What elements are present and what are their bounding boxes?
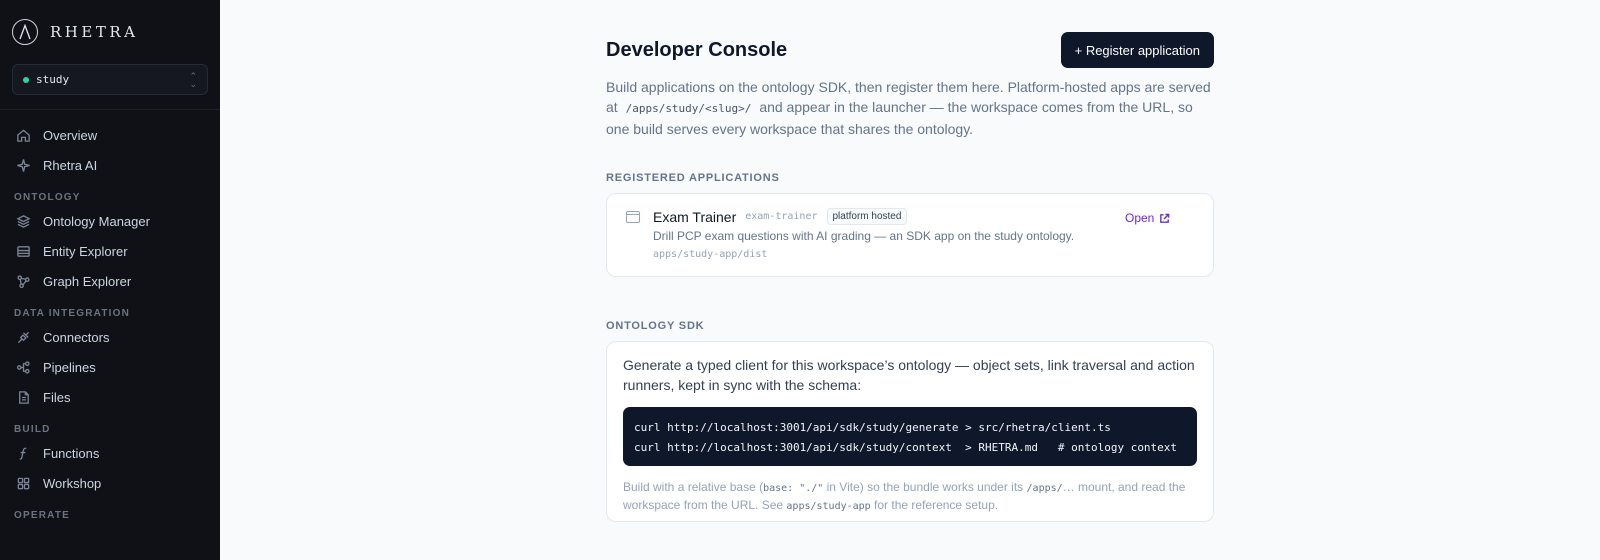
- sdk-build-note: Build with a relative base (base: "./" i…: [623, 479, 1197, 515]
- registered-applications-label: REGISTERED APPLICATIONS: [606, 172, 780, 184]
- sidebar-item-graph-explorer[interactable]: Graph Explorer: [0, 266, 220, 296]
- app-name: Exam Trainer: [653, 208, 737, 225]
- intro-apps-path: /apps/study/<slug>/: [625, 102, 752, 115]
- nav-section-data-integration: DATA INTEGRATION: [14, 308, 131, 319]
- workspace-name: study: [36, 73, 70, 86]
- sidebar-item-label: Functions: [43, 445, 100, 461]
- table-icon: [17, 245, 30, 257]
- ontology-sdk-label: ONTOLOGY SDK: [606, 320, 705, 332]
- open-app-link[interactable]: Open: [1125, 211, 1170, 225]
- sdk-card: Generate a typed client for this workspa…: [606, 341, 1214, 522]
- workspace-status-dot: [23, 76, 29, 83]
- app-window-icon: [626, 211, 640, 223]
- app-header: Exam Trainer exam-trainer platform hoste…: [653, 208, 908, 225]
- sidebar-item-workshop[interactable]: Workshop: [0, 468, 220, 498]
- sidebar-item-rhetra-ai[interactable]: Rhetra AI: [0, 150, 220, 180]
- note-text: in Vite) so the bundle works under its: [823, 480, 1027, 494]
- sidebar-item-label: Connectors: [43, 329, 110, 345]
- sidebar-item-label: Workshop: [43, 475, 102, 491]
- sidebar-item-label: Rhetra AI: [43, 157, 98, 173]
- sidebar-item-label: Files: [43, 389, 71, 405]
- code-line: curl http://localhost:3001/api/sdk/study…: [634, 421, 1111, 434]
- sidebar-item-label: Ontology Manager: [43, 213, 150, 229]
- code-line: curl http://localhost:3001/api/sdk/study…: [634, 441, 1178, 454]
- sdk-description: Generate a typed client for this workspa…: [623, 357, 1195, 393]
- page-header: Developer Console + Register application: [606, 32, 1214, 68]
- sidebar-item-label: Graph Explorer: [43, 273, 132, 289]
- brand[interactable]: RHETRA: [0, 0, 220, 64]
- note-code: /apps/: [1026, 483, 1063, 494]
- layers-icon: [16, 214, 31, 228]
- sidebar-nav: Overview Rhetra AI ONTOLOGY Ontology Man…: [0, 110, 220, 522]
- function-icon: [19, 447, 27, 460]
- app-slug: exam-trainer: [745, 211, 818, 222]
- developer-console: Developer Console + Register application…: [606, 32, 1214, 522]
- rhetra-logo-icon: [12, 19, 38, 45]
- hosting-badge: platform hosted: [826, 208, 908, 225]
- app-path: apps/study-app/dist: [653, 249, 768, 260]
- sidebar: RHETRA study ⌃ ⌄ Overview Rhetra AI ONTOL…: [0, 0, 220, 560]
- sidebar-item-functions[interactable]: Functions: [0, 438, 220, 468]
- graph-icon: [17, 274, 30, 288]
- sdk-code-block[interactable]: curl http://localhost:3001/api/sdk/study…: [623, 407, 1197, 466]
- sidebar-item-entity-explorer[interactable]: Entity Explorer: [0, 236, 220, 266]
- note-code: apps/study-app: [786, 501, 871, 512]
- note-text: Build with a relative base (: [623, 480, 764, 494]
- grid-icon: [17, 477, 30, 489]
- sidebar-item-pipelines[interactable]: Pipelines: [0, 352, 220, 382]
- main-content: Developer Console + Register application…: [220, 0, 1600, 560]
- sidebar-item-label: Overview: [43, 127, 98, 143]
- chevron-up-down-icon: ⌃ ⌄: [189, 70, 197, 89]
- plug-icon: [17, 331, 30, 343]
- nav-section-ontology: ONTOLOGY: [14, 192, 81, 203]
- external-link-icon: [1160, 213, 1170, 223]
- sidebar-item-overview[interactable]: Overview: [0, 120, 220, 150]
- note-text: for the reference setup.: [870, 498, 999, 512]
- sidebar-item-files[interactable]: Files: [0, 382, 220, 412]
- page-title: Developer Console: [606, 38, 788, 61]
- sidebar-item-label: Entity Explorer: [43, 243, 128, 259]
- home-icon: [17, 128, 30, 142]
- sidebar-item-label: Pipelines: [43, 359, 96, 375]
- brand-name: RHETRA: [50, 23, 139, 41]
- note-code: base: "./": [763, 483, 824, 494]
- workspace-selector[interactable]: study ⌃ ⌄: [12, 64, 208, 95]
- open-link-label: Open: [1125, 211, 1155, 225]
- nav-section-build: BUILD: [14, 424, 51, 435]
- pipeline-icon: [16, 360, 30, 374]
- sidebar-item-ontology-manager[interactable]: Ontology Manager: [0, 206, 220, 236]
- nav-section-operate: OPERATE: [14, 510, 70, 521]
- register-application-button[interactable]: + Register application: [1060, 32, 1214, 68]
- page-intro: Build applications on the ontology SDK, …: [606, 77, 1214, 139]
- file-icon: [19, 390, 29, 404]
- app-description: Drill PCP exam questions with AI grading…: [653, 229, 1075, 243]
- sparkle-icon: [17, 158, 30, 172]
- app-card: Exam Trainer exam-trainer platform hoste…: [606, 193, 1214, 277]
- sidebar-item-connectors[interactable]: Connectors: [0, 322, 220, 352]
